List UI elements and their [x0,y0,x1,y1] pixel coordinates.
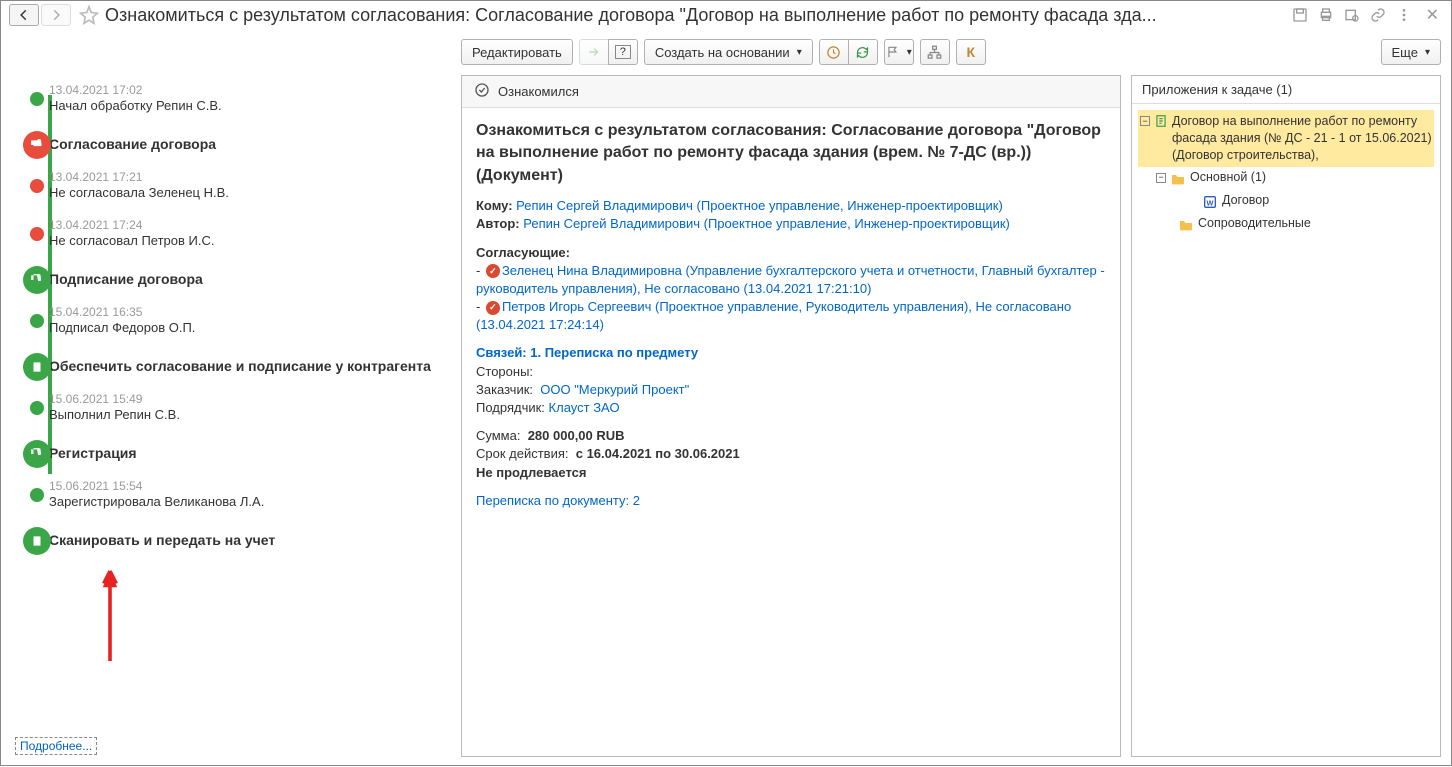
create-based-on-button[interactable]: Создать на основании [644,39,813,65]
approver-link[interactable]: Зеленец Нина Владимировна (Управление бу… [476,263,1105,296]
links-link[interactable]: Связей: 1. Переписка по предмету [476,345,698,360]
folder-main[interactable]: − Основной (1) [1138,167,1434,190]
folder-icon [1170,171,1186,187]
timeline-text: Не согласовала Зеленец Н.В. [49,185,451,200]
flag-button[interactable] [884,39,914,65]
thumb-down-icon [23,131,51,159]
correspondence-link[interactable]: Переписка по документу: 2 [476,493,640,508]
approver-link[interactable]: Петров Игорь Сергеевич (Проектное управл… [476,299,1071,332]
thumb-up-icon [23,266,51,294]
task-details: Ознакомиться с результатом согласования:… [462,108,1120,520]
sum-value: 280 000,00 RUB [528,428,625,443]
timeline-text: Подписал Федоров О.П. [49,320,451,335]
doc-stage-icon [23,353,51,381]
author-link[interactable]: Репин Сергей Владимирович (Проектное упр… [523,216,1010,231]
print-icon[interactable] [1318,7,1334,23]
reject-icon [486,264,500,278]
more-button[interactable]: Еще [1381,39,1441,65]
document-icon [1154,114,1168,128]
attachments-header: Приложения к задаче (1) [1132,76,1440,104]
timeline-date: 15.06.2021 15:49 [49,392,451,406]
details-link[interactable]: Подробнее... [15,737,97,755]
hierarchy-button[interactable] [920,39,950,65]
thumb-up-icon [23,440,51,468]
timeline-text: Зарегистрировала Великанова Л.А. [49,494,451,509]
timeline-date: 15.06.2021 15:54 [49,479,451,493]
word-file-icon: W [1202,194,1218,210]
forward-action-button[interactable] [579,39,609,65]
more-menu-icon[interactable] [1396,7,1412,23]
k-button[interactable]: К [956,39,986,65]
preview-icon[interactable] [1344,7,1360,23]
close-button[interactable]: ✕ [1422,5,1443,25]
help-button[interactable]: ? [608,39,638,65]
doc-stage-icon [23,527,51,555]
timeline-date: 13.04.2021 17:21 [49,170,451,184]
red-arrow-annotation [101,566,119,666]
star-icon[interactable] [79,5,99,25]
customer-link[interactable]: ООО "Меркурий Проект" [540,382,689,397]
timeline-stage: Сканировать и передать на учет [49,527,451,548]
file-contract[interactable]: W Договор [1138,190,1434,213]
check-circle-icon [474,82,490,101]
timeline-date: 13.04.2021 17:02 [49,83,451,97]
timeline-date: 13.04.2021 17:24 [49,218,451,232]
link-icon[interactable] [1370,7,1386,23]
task-heading: Ознакомиться с результатом согласования:… [476,120,1106,187]
svg-text:W: W [1207,198,1214,207]
timeline-stage: Обеспечить согласование и подписание у к… [49,353,451,374]
timeline-date: 15.04.2021 16:35 [49,305,451,319]
timeline-stage: Согласование договора [49,131,451,152]
save-icon[interactable] [1292,7,1308,23]
clock-button[interactable] [819,39,849,65]
folder-accompanying[interactable]: Сопроводительные [1138,213,1434,236]
folder-icon [1178,217,1194,233]
timeline-text: Не согласовал Петров И.С. [49,233,451,248]
forward-button[interactable] [41,4,71,26]
collapse-icon[interactable]: − [1140,116,1150,126]
back-button[interactable] [9,4,39,26]
refresh-button[interactable] [848,39,878,65]
timeline-text: Начал обработку Репин С.В. [49,98,451,113]
timeline-text: Выполнил Репин С.В. [49,407,451,422]
attachment-document[interactable]: − Договор на выполнение работ по ремонту… [1138,110,1434,167]
timeline-stage: Подписание договора [49,266,451,287]
collapse-icon[interactable]: − [1156,173,1166,183]
contractor-link[interactable]: Клауст ЗАО [549,400,620,415]
task-status: Ознакомился [498,84,579,99]
to-person-link[interactable]: Репин Сергей Владимирович (Проектное упр… [516,198,1003,213]
term-value: с 16.04.2021 по 30.06.2021 [576,446,740,461]
edit-button[interactable]: Редактировать [461,39,573,65]
timeline-stage: Регистрация [49,440,451,461]
reject-icon [486,301,500,315]
process-timeline: 13.04.2021 17:02Начал обработку Репин С.… [11,75,451,548]
page-title: Ознакомиться с результатом согласования:… [105,5,1282,26]
